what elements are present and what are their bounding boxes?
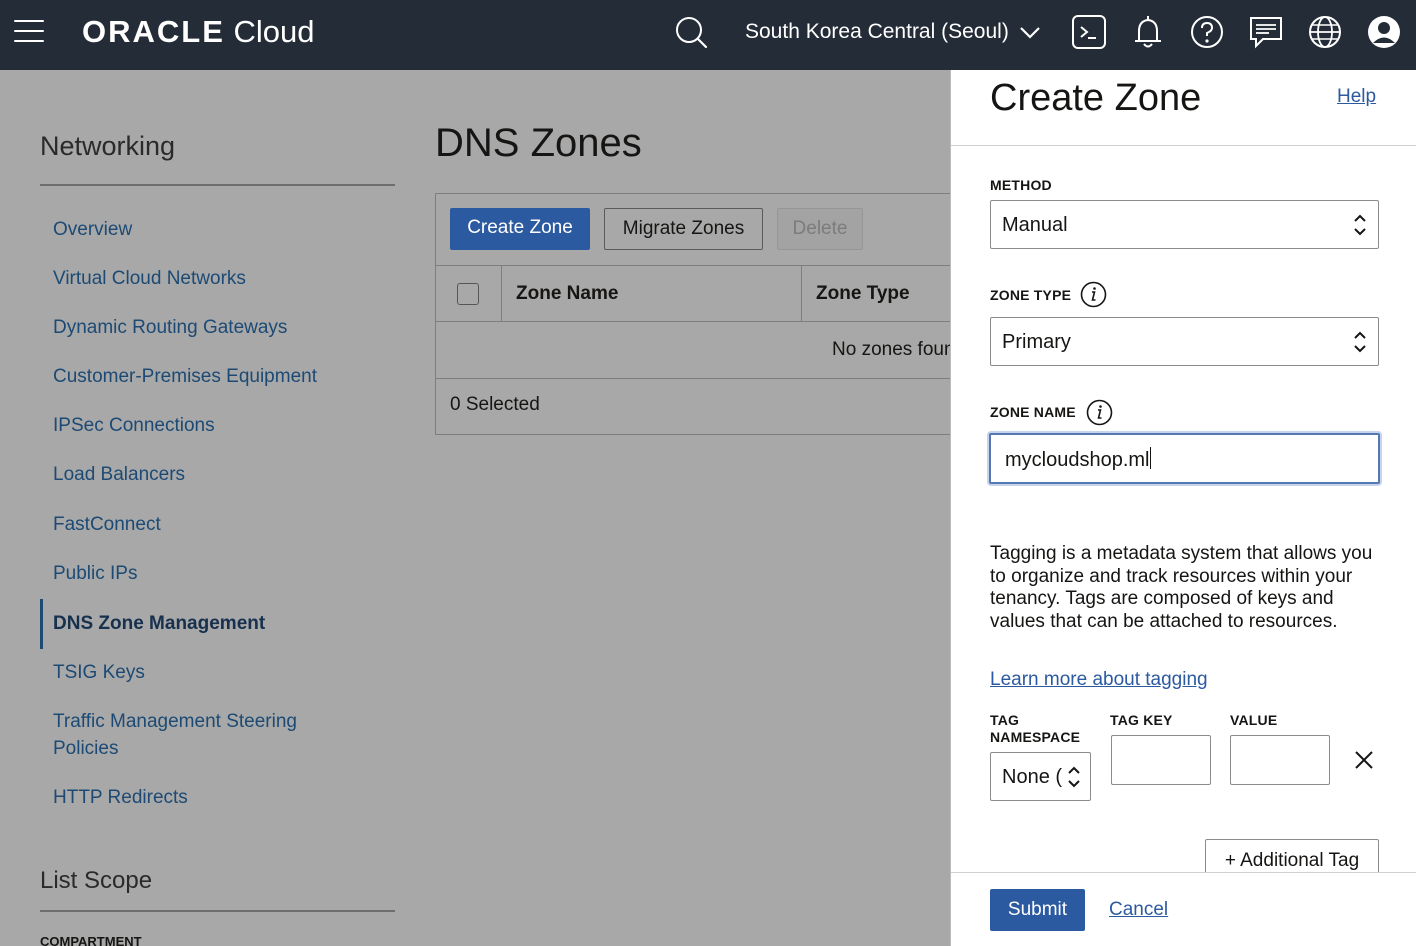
- sidebar-item-dns-zone-management[interactable]: DNS Zone Management: [53, 610, 265, 637]
- zone-name-value: mycloudshop.ml: [1005, 449, 1150, 471]
- top-header-bar: ORACLE Cloud South Korea Central (Seoul): [0, 0, 1416, 70]
- cloud-shell-icon[interactable]: [1070, 12, 1108, 52]
- column-header-zone-name[interactable]: Zone Name: [516, 282, 618, 306]
- sidebar-item-load-balancers[interactable]: Load Balancers: [53, 461, 185, 488]
- hamburger-menu-icon[interactable]: [14, 20, 44, 42]
- column-divider: [501, 266, 502, 322]
- tagging-description: Tagging is a metadata system that allows…: [990, 543, 1373, 632]
- zone-type-value: Primary: [1002, 331, 1071, 353]
- user-profile-icon[interactable]: [1365, 12, 1403, 52]
- column-header-zone-type[interactable]: Zone Type: [816, 282, 910, 306]
- drawer-footer: Submit Cancel: [951, 872, 1416, 946]
- help-link[interactable]: Help: [1337, 85, 1376, 109]
- text-cursor: [1149, 447, 1151, 469]
- main-content-dimmed: Networking Overview Virtual Cloud Networ…: [0, 70, 950, 946]
- oracle-cloud-logo[interactable]: ORACLE Cloud: [82, 13, 315, 51]
- tag-namespace-select[interactable]: None (: [990, 752, 1091, 801]
- drawer-header-divider: [951, 145, 1416, 146]
- tag-key-input[interactable]: [1111, 735, 1211, 785]
- sidebar-divider: [40, 184, 395, 186]
- sidebar-item-fastconnect[interactable]: FastConnect: [53, 511, 161, 538]
- method-value: Manual: [1002, 214, 1068, 236]
- page-title: DNS Zones: [435, 121, 642, 165]
- info-icon[interactable]: [1086, 399, 1113, 426]
- brand-name: ORACLE: [82, 14, 225, 49]
- select-arrows-icon: [1352, 212, 1368, 238]
- method-select[interactable]: Manual: [990, 200, 1379, 249]
- zone-name-input[interactable]: mycloudshop.ml: [989, 433, 1380, 484]
- close-icon[interactable]: [1353, 749, 1375, 771]
- info-icon[interactable]: [1080, 281, 1107, 308]
- table-footer-divider: [436, 378, 950, 379]
- select-all-checkbox[interactable]: [457, 283, 479, 305]
- sidebar-item-virtual-cloud-networks[interactable]: Virtual Cloud Networks: [53, 265, 246, 292]
- selected-count: 0 Selected: [450, 394, 540, 415]
- sidebar-item-public-ips[interactable]: Public IPs: [53, 560, 137, 587]
- sidebar-active-indicator: [40, 599, 43, 649]
- select-arrows-icon: [1352, 329, 1368, 355]
- list-scope-divider: [40, 910, 395, 912]
- tag-value-input[interactable]: [1230, 735, 1330, 785]
- sidebar-item-ipsec-connections[interactable]: IPSec Connections: [53, 412, 215, 439]
- zone-type-select[interactable]: Primary: [990, 317, 1379, 366]
- search-icon[interactable]: [672, 12, 710, 52]
- sidebar-title: Networking: [40, 131, 176, 161]
- create-zone-button[interactable]: Create Zone: [450, 208, 590, 250]
- sidebar-item-overview[interactable]: Overview: [53, 216, 132, 243]
- zones-table-panel: Create Zone Migrate Zones Delete Zone Na…: [435, 193, 950, 435]
- globe-language-icon[interactable]: [1306, 12, 1344, 52]
- list-scope-title: List Scope: [40, 867, 153, 894]
- table-header: Zone Name Zone Type: [436, 265, 950, 322]
- sidebar-item-traffic-management-steering-policies[interactable]: Traffic Management Steering Policies: [53, 708, 343, 762]
- tag-value-label: VALUE: [1230, 712, 1278, 728]
- chevron-down-icon[interactable]: [1018, 22, 1042, 42]
- chat-feedback-icon[interactable]: [1247, 12, 1285, 52]
- select-arrows-icon: [1066, 764, 1082, 790]
- bell-icon[interactable]: [1129, 12, 1167, 52]
- migrate-zones-button[interactable]: Migrate Zones: [604, 208, 763, 250]
- delete-button: Delete: [777, 208, 863, 250]
- brand-suffix: Cloud: [233, 14, 315, 49]
- cancel-link[interactable]: Cancel: [1109, 898, 1168, 922]
- sidebar-item-http-redirects[interactable]: HTTP Redirects: [53, 784, 188, 811]
- sidebar-item-tsig-keys[interactable]: TSIG Keys: [53, 659, 145, 686]
- column-divider: [801, 266, 802, 322]
- zone-type-label: ZONE TYPE: [990, 287, 1072, 303]
- create-zone-drawer: Create Zone Help METHOD Manual ZONE TYPE…: [950, 70, 1416, 946]
- zone-name-label: ZONE NAME: [990, 404, 1076, 420]
- tag-namespace-value: None (: [1002, 766, 1063, 788]
- empty-table-message: No zones found.: [832, 339, 950, 360]
- tag-key-label: TAG KEY: [1110, 712, 1173, 728]
- method-label: METHOD: [990, 177, 1052, 193]
- sidebar-item-customer-premises-equipment[interactable]: Customer-Premises Equipment: [53, 363, 317, 390]
- sidebar-item-dynamic-routing-gateways[interactable]: Dynamic Routing Gateways: [53, 314, 287, 341]
- compartment-label: COMPARTMENT: [40, 934, 142, 946]
- drawer-title: Create Zone: [990, 77, 1202, 119]
- submit-button[interactable]: Submit: [990, 889, 1085, 931]
- region-selector[interactable]: South Korea Central (Seoul): [745, 18, 1009, 46]
- tag-namespace-label: TAG NAMESPACE: [990, 712, 1081, 745]
- help-icon[interactable]: [1188, 12, 1226, 52]
- learn-more-tagging-link[interactable]: Learn more about tagging: [990, 668, 1208, 692]
